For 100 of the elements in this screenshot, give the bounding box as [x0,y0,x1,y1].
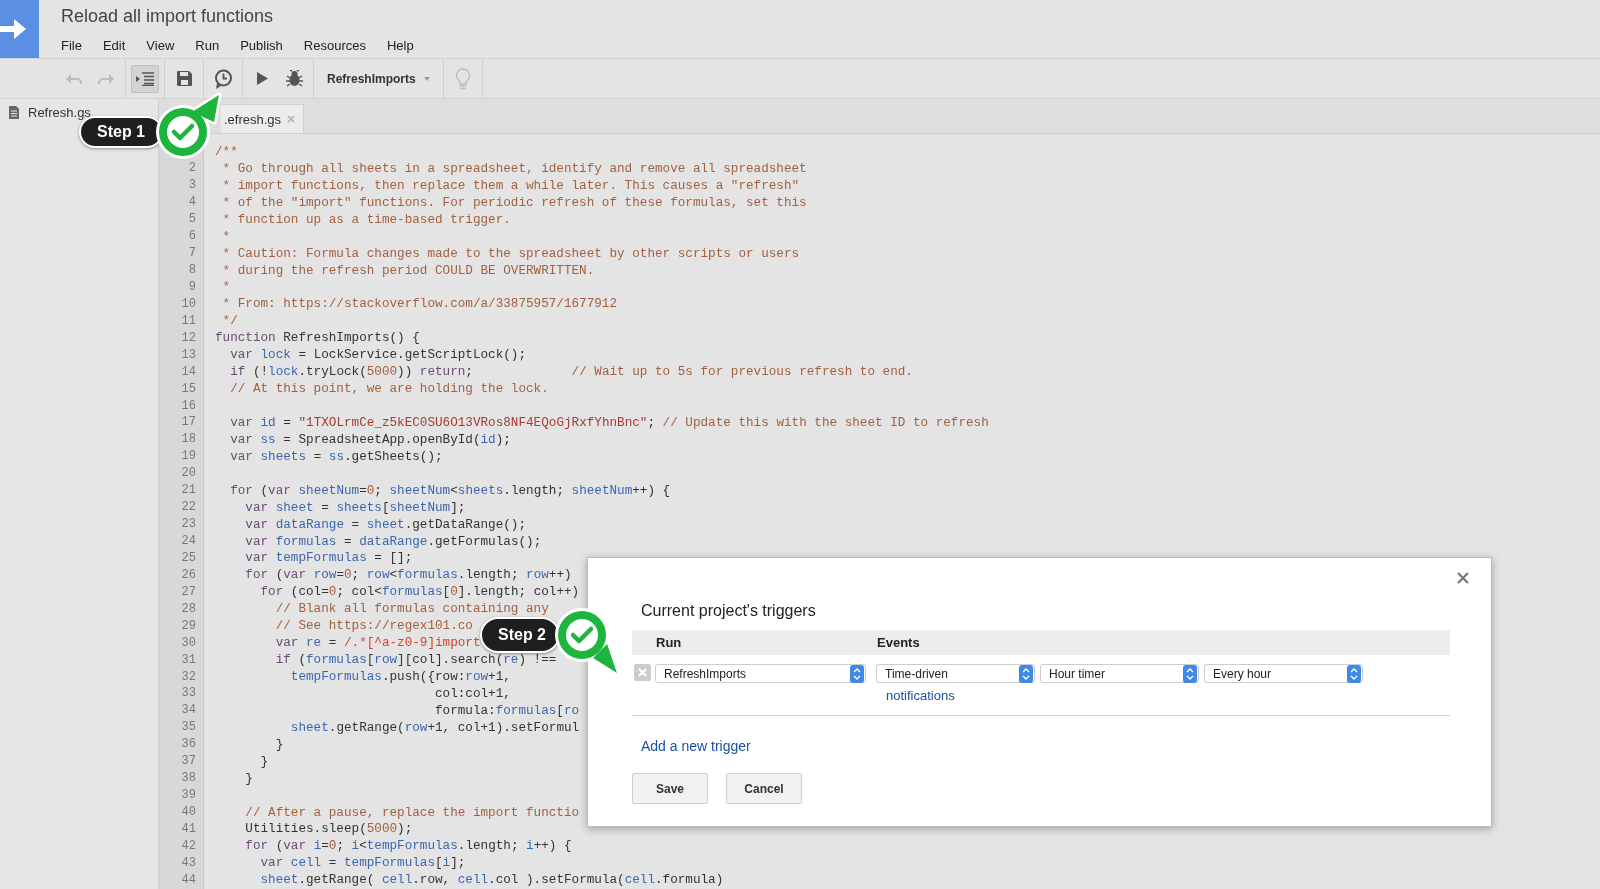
lightbulb-icon [454,67,471,90]
line-number: 4 [187,195,196,210]
code-line: } [259,753,269,769]
line-number: 14 [180,364,196,379]
line-number: 5 [187,212,196,227]
line-number: 36 [180,737,196,752]
indent-icon [136,71,154,86]
function-dropdown[interactable]: RefreshImports [319,64,438,93]
line-number: 33 [180,686,196,701]
save-button[interactable]: Save [632,773,708,804]
bug-icon [285,70,303,87]
line-number: 3 [187,178,196,193]
code-line: var sheets = ss.getSheets(); [229,448,443,464]
updown-arrows-icon [1019,664,1033,683]
menu-item[interactable]: Publish [240,38,304,53]
line-number: 11 [180,313,196,328]
code-line: if (!lock.tryLock(5000)) return; // Wait up to 5s for previous refresh to end. [229,364,913,380]
line-number: 20 [180,466,196,481]
line-number: 17 [180,415,196,430]
code-line: // See https://regex101.co [274,618,473,634]
save-icon [176,71,192,86]
document-title: Reload all import functions [61,6,275,28]
line-number: 23 [180,517,196,532]
code-line: var formulas = dataRange.getFormulas(); [244,533,542,549]
code-line: * during the refresh period COULD BE OVERWRITTEN. [221,262,595,278]
code-line: * From: https://stackoverflow.com/a/33875957/1677912 [221,296,618,312]
notifications-link[interactable]: notifications [886,688,1363,703]
code-line: * Caution: Formula changes made to the spreadsheet by other scripts or users [221,245,800,261]
line-number: 18 [180,432,196,447]
dropdown[interactable]: Every hour [1204,664,1363,683]
code-line: for (var row=0; row<formulas.length; row++) [244,567,572,583]
code-line: var ss = SpreadsheetApp.openById(id); [229,431,511,447]
code-line: col:col+1, [433,685,511,701]
code-line: // Blank all formulas containing any [274,601,549,617]
line-number: 13 [180,347,196,362]
line-number: 19 [180,449,196,464]
dropdown[interactable]: RefreshImports [655,664,866,683]
code-line: * [221,279,231,295]
code-line: * function up as a time-based trigger. [221,211,511,227]
line-number: 26 [180,567,196,582]
line-number: 12 [180,330,196,345]
line-number: 15 [180,381,196,396]
code-line: // At this point, we are holding the lock. [229,381,549,397]
code-line: var sheet = sheets[sheetNum]; [244,499,466,515]
menu-item[interactable]: File [61,38,103,53]
line-number: 31 [180,652,196,667]
menu-item[interactable]: Help [386,38,435,53]
code-line: var id = "1TXOLrmCe_z5kEC0SU6O13VRos8NF4EQoGjRxfYhnBnc"; // Update this with the sheet ID to refresh [229,414,989,430]
clock-icon [213,68,233,89]
code-line: * of the "import" functions. For periodic refresh of these formulas, set this [221,194,807,210]
code-line: tempFormulas.push({row:row+1, [289,669,511,685]
code-line: var cell = tempFormulas[i]; [259,855,466,871]
line-number: 38 [180,771,196,786]
line-number: 41 [180,821,196,836]
line-number: 32 [180,669,196,684]
add-trigger-link[interactable]: Add a new trigger [641,738,751,754]
code-line: } [244,770,253,786]
menu-item[interactable]: Edit [102,38,147,53]
line-number: 24 [180,534,196,549]
x-icon [638,668,647,677]
code-line: * [221,228,231,244]
line-number: 30 [180,635,196,650]
code-line: /** [215,143,238,159]
line-number: 16 [180,398,196,413]
editor-tab[interactable]: .efresh.gs [221,104,305,133]
dropdown[interactable]: Hour timer [1040,664,1199,683]
line-number: 25 [180,550,196,565]
code-line: // After a pause, replace the import functio [244,804,580,820]
code-line: Utilities.sleep(5000); [244,821,413,837]
code-line: sheet.getRange(row+1, col+1).setFormul [289,719,580,735]
code-line: formula:formulas[ro [433,702,580,718]
line-number: 7 [187,246,196,261]
code-line: var tempFormulas = []; [244,550,413,566]
line-number: 28 [180,601,196,616]
dropdown[interactable]: Time-driven [876,664,1035,683]
code-line: for (var sheetNum=0; sheetNum<sheets.length; sheetNum++) { [229,482,671,498]
caret-icon [423,76,430,81]
code-line: var re = /.*[^a-z0-9]import [274,635,481,651]
line-number: 22 [180,500,196,515]
code-line: */ [221,313,238,329]
menu-item[interactable]: Resources [303,38,387,53]
undo-icon [66,72,82,85]
code-line: if (formulas[row][col].search(re) !== [274,652,557,668]
menu-item[interactable]: Run [195,38,241,53]
line-number: 8 [187,263,196,278]
cancel-button[interactable]: Cancel [726,773,802,804]
line-number: 43 [180,855,196,870]
line-number: 27 [180,584,196,599]
line-number: 2 [187,161,196,176]
line-number: 44 [180,872,196,887]
indent-button[interactable] [131,64,159,93]
menu-item[interactable]: View [146,38,196,53]
code-line: var lock = LockService.getScriptLock(); [229,347,527,363]
close-icon[interactable] [1457,572,1469,584]
column-header: Run [655,635,683,650]
updown-arrows-icon [1183,664,1197,683]
code-line: var dataRange = sheet.getDataRange(); [244,516,527,532]
arrow-icon [0,17,26,41]
line-number: 39 [180,788,196,803]
code-line: sheet.getRange( cell.row, cell.col ).setFormula(cell.formula) [259,872,724,888]
